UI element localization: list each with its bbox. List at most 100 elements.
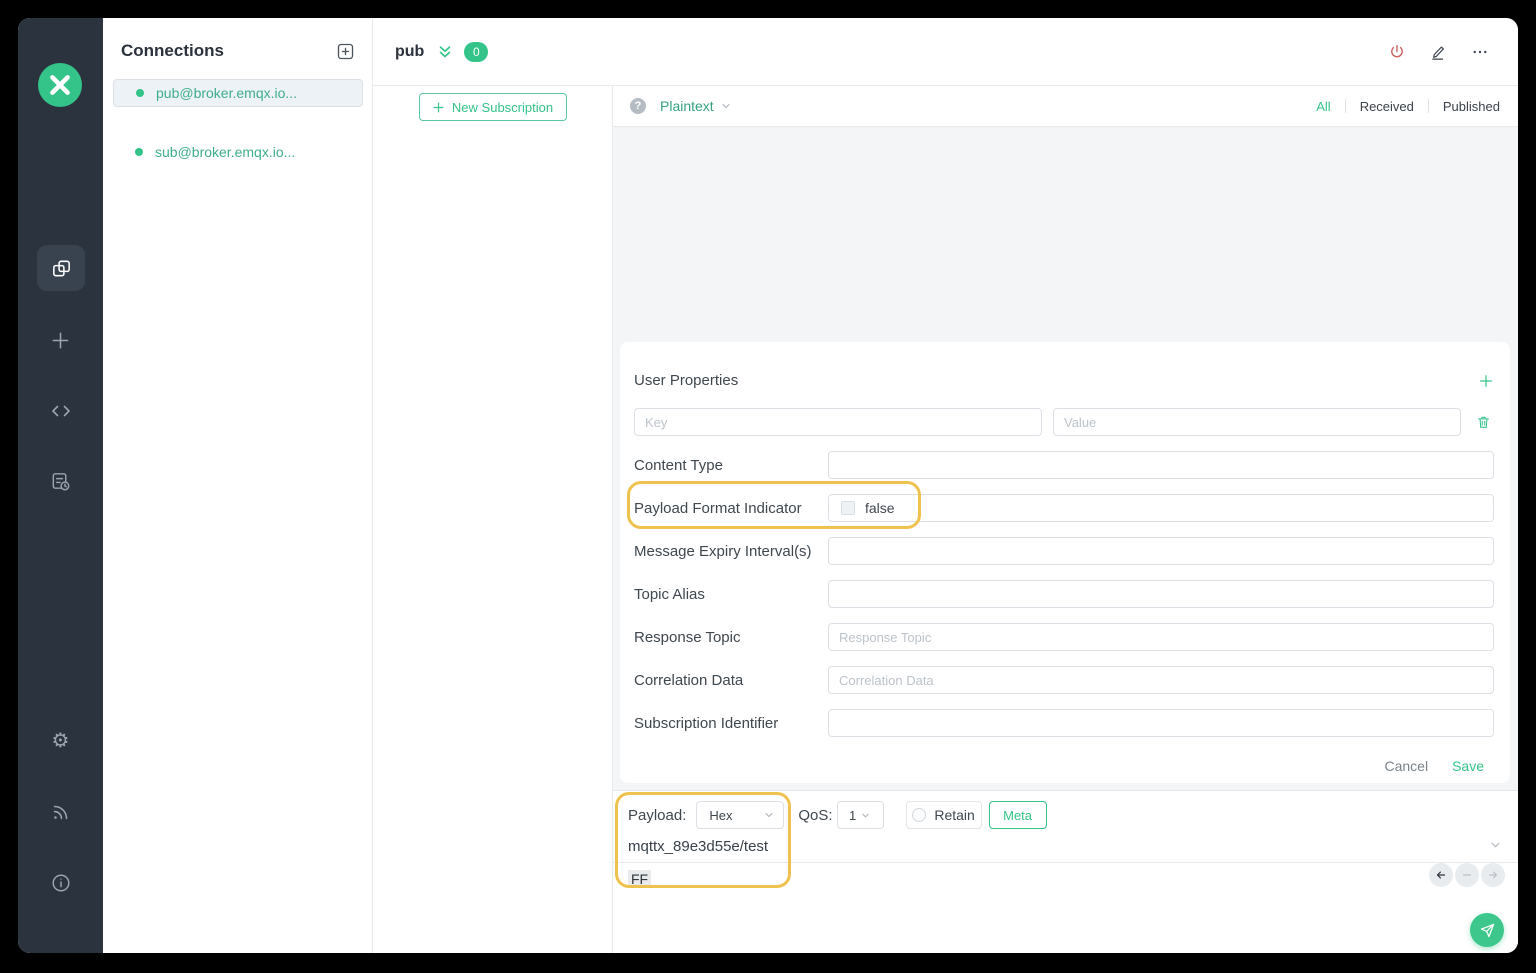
send-button[interactable] bbox=[1470, 913, 1504, 947]
qos-label: QoS: bbox=[798, 806, 833, 824]
tab-all[interactable]: All bbox=[1302, 99, 1344, 114]
chevron-down-icon bbox=[860, 810, 871, 821]
cancel-button[interactable]: Cancel bbox=[1384, 758, 1428, 774]
payload-format-indicator-row: Payload Format Indicator false bbox=[634, 494, 1494, 522]
topic-alias-input[interactable] bbox=[828, 580, 1494, 608]
chevron-down-icon bbox=[1487, 838, 1504, 852]
nav-sidebar: ⚙ bbox=[18, 18, 103, 953]
trash-icon bbox=[1476, 414, 1491, 430]
message-expiry-row: Message Expiry Interval(s) bbox=[634, 537, 1494, 565]
payload-format-indicator-value: false bbox=[865, 500, 895, 516]
user-properties-title: User Properties bbox=[634, 372, 739, 389]
retain-label: Retain bbox=[934, 807, 975, 823]
nav-new-connection[interactable] bbox=[18, 329, 103, 352]
connection-header: pub 0 bbox=[373, 18, 1518, 86]
subscription-identifier-input[interactable] bbox=[828, 709, 1494, 737]
help-icon[interactable]: ? bbox=[630, 98, 646, 114]
retain-toggle: Retain bbox=[905, 801, 982, 829]
plus-square-icon bbox=[335, 41, 356, 62]
more-options-button[interactable] bbox=[1470, 43, 1490, 61]
topic-alias-row: Topic Alias bbox=[634, 580, 1494, 608]
settings-icon: ⚙ bbox=[51, 728, 70, 752]
add-connection-button[interactable] bbox=[334, 40, 356, 62]
tab-published[interactable]: Published bbox=[1429, 99, 1502, 114]
correlation-data-row: Correlation Data bbox=[634, 666, 1494, 694]
payload-format-indicator-field: false bbox=[828, 494, 1494, 522]
arrow-left-icon bbox=[1434, 868, 1448, 882]
add-user-property-button[interactable] bbox=[1478, 373, 1494, 389]
paper-plane-icon bbox=[1479, 922, 1496, 939]
publish-panel: Payload: Hex QoS: 1 Retain Meta mqttx_89… bbox=[613, 790, 1518, 953]
retain-radio[interactable] bbox=[912, 808, 927, 822]
message-expiry-input[interactable] bbox=[828, 537, 1494, 565]
pencil-icon bbox=[1429, 43, 1447, 61]
chevron-down-icon bbox=[720, 100, 732, 112]
plus-icon bbox=[1478, 373, 1494, 389]
save-button[interactable]: Save bbox=[1452, 758, 1484, 774]
payload-format-indicator-label: Payload Format Indicator bbox=[634, 499, 802, 517]
collapse-editor-button[interactable] bbox=[1487, 838, 1504, 852]
log-icon bbox=[49, 470, 72, 493]
response-topic-row: Response Topic bbox=[634, 623, 1494, 651]
connections-panel: Connections pub@broker.emqx.io... sub@br… bbox=[103, 18, 373, 953]
content-type-input[interactable] bbox=[828, 451, 1494, 479]
tab-received[interactable]: Received bbox=[1346, 99, 1428, 114]
connection-name: sub@broker.emqx.io... bbox=[155, 144, 296, 160]
content-type-label: Content Type bbox=[634, 456, 723, 474]
payload-editor[interactable]: FF bbox=[613, 863, 1518, 888]
payload-format-select[interactable]: Hex bbox=[696, 801, 785, 829]
power-icon bbox=[1388, 43, 1406, 61]
plus-icon bbox=[49, 329, 72, 352]
messages-area: ? Plaintext All Received Published User … bbox=[613, 86, 1518, 953]
correlation-data-input[interactable] bbox=[828, 666, 1494, 694]
info-icon bbox=[50, 872, 72, 894]
user-property-key-input[interactable] bbox=[634, 408, 1042, 436]
content-type-row: Content Type bbox=[634, 451, 1494, 479]
ellipsis-icon bbox=[1470, 43, 1490, 61]
messages-header: ? Plaintext All Received Published bbox=[613, 86, 1518, 127]
nav-updates[interactable] bbox=[18, 801, 103, 823]
nav-about[interactable] bbox=[18, 872, 103, 894]
correlation-data-label: Correlation Data bbox=[634, 671, 744, 689]
edit-connection-button[interactable] bbox=[1429, 43, 1447, 61]
history-prev-button[interactable] bbox=[1429, 863, 1453, 887]
qos-value: 1 bbox=[848, 807, 857, 823]
subscription-identifier-row: Subscription Identifier bbox=[634, 709, 1494, 737]
connected-status-dot bbox=[135, 148, 143, 156]
connected-status-dot bbox=[136, 89, 144, 97]
arrow-right-icon bbox=[1486, 868, 1500, 882]
subscription-identifier-label: Subscription Identifier bbox=[634, 714, 779, 732]
payload-value[interactable]: FF bbox=[628, 870, 652, 888]
response-topic-label: Response Topic bbox=[634, 628, 741, 646]
meta-form-card: User Properties Content Type bbox=[620, 342, 1510, 783]
payload-format-indicator-checkbox[interactable] bbox=[841, 501, 855, 515]
new-subscription-button[interactable]: New Subscription bbox=[418, 93, 567, 121]
connection-item-pub[interactable]: pub@broker.emqx.io... bbox=[113, 79, 363, 107]
minus-icon bbox=[1460, 868, 1474, 882]
user-property-value-input[interactable] bbox=[1053, 408, 1461, 436]
qos-select[interactable]: 1 bbox=[836, 801, 884, 829]
topic-input[interactable]: mqttx_89e3d55e/test bbox=[628, 838, 1518, 855]
history-next-button[interactable] bbox=[1481, 863, 1505, 887]
history-index-button[interactable] bbox=[1455, 863, 1479, 887]
payload-codec-select[interactable]: Plaintext bbox=[660, 98, 732, 114]
nav-script[interactable] bbox=[18, 399, 103, 423]
history-pager bbox=[1429, 863, 1505, 887]
nav-log[interactable] bbox=[18, 470, 103, 493]
subscriptions-panel: New Subscription bbox=[373, 86, 613, 953]
nav-connections-active[interactable] bbox=[37, 245, 85, 291]
app-window: ⚙ Connections pub@broker.emqx.io... sub@… bbox=[18, 18, 1518, 953]
delete-user-property-button[interactable] bbox=[1472, 414, 1494, 430]
new-subscription-label: New Subscription bbox=[451, 99, 554, 115]
double-chevron-down-icon[interactable] bbox=[436, 43, 454, 61]
connection-title: pub bbox=[395, 42, 425, 60]
disconnect-button[interactable] bbox=[1388, 43, 1406, 61]
message-filter-tabs: All Received Published bbox=[1302, 99, 1502, 114]
mqttx-logo-icon[interactable] bbox=[38, 63, 82, 107]
response-topic-input[interactable] bbox=[828, 623, 1494, 651]
meta-button[interactable]: Meta bbox=[988, 801, 1047, 829]
payload-label: Payload: bbox=[628, 806, 687, 824]
user-property-row bbox=[634, 408, 1494, 436]
connection-item-sub[interactable]: sub@broker.emqx.io... bbox=[113, 128, 363, 176]
nav-settings[interactable]: ⚙ bbox=[18, 730, 103, 750]
